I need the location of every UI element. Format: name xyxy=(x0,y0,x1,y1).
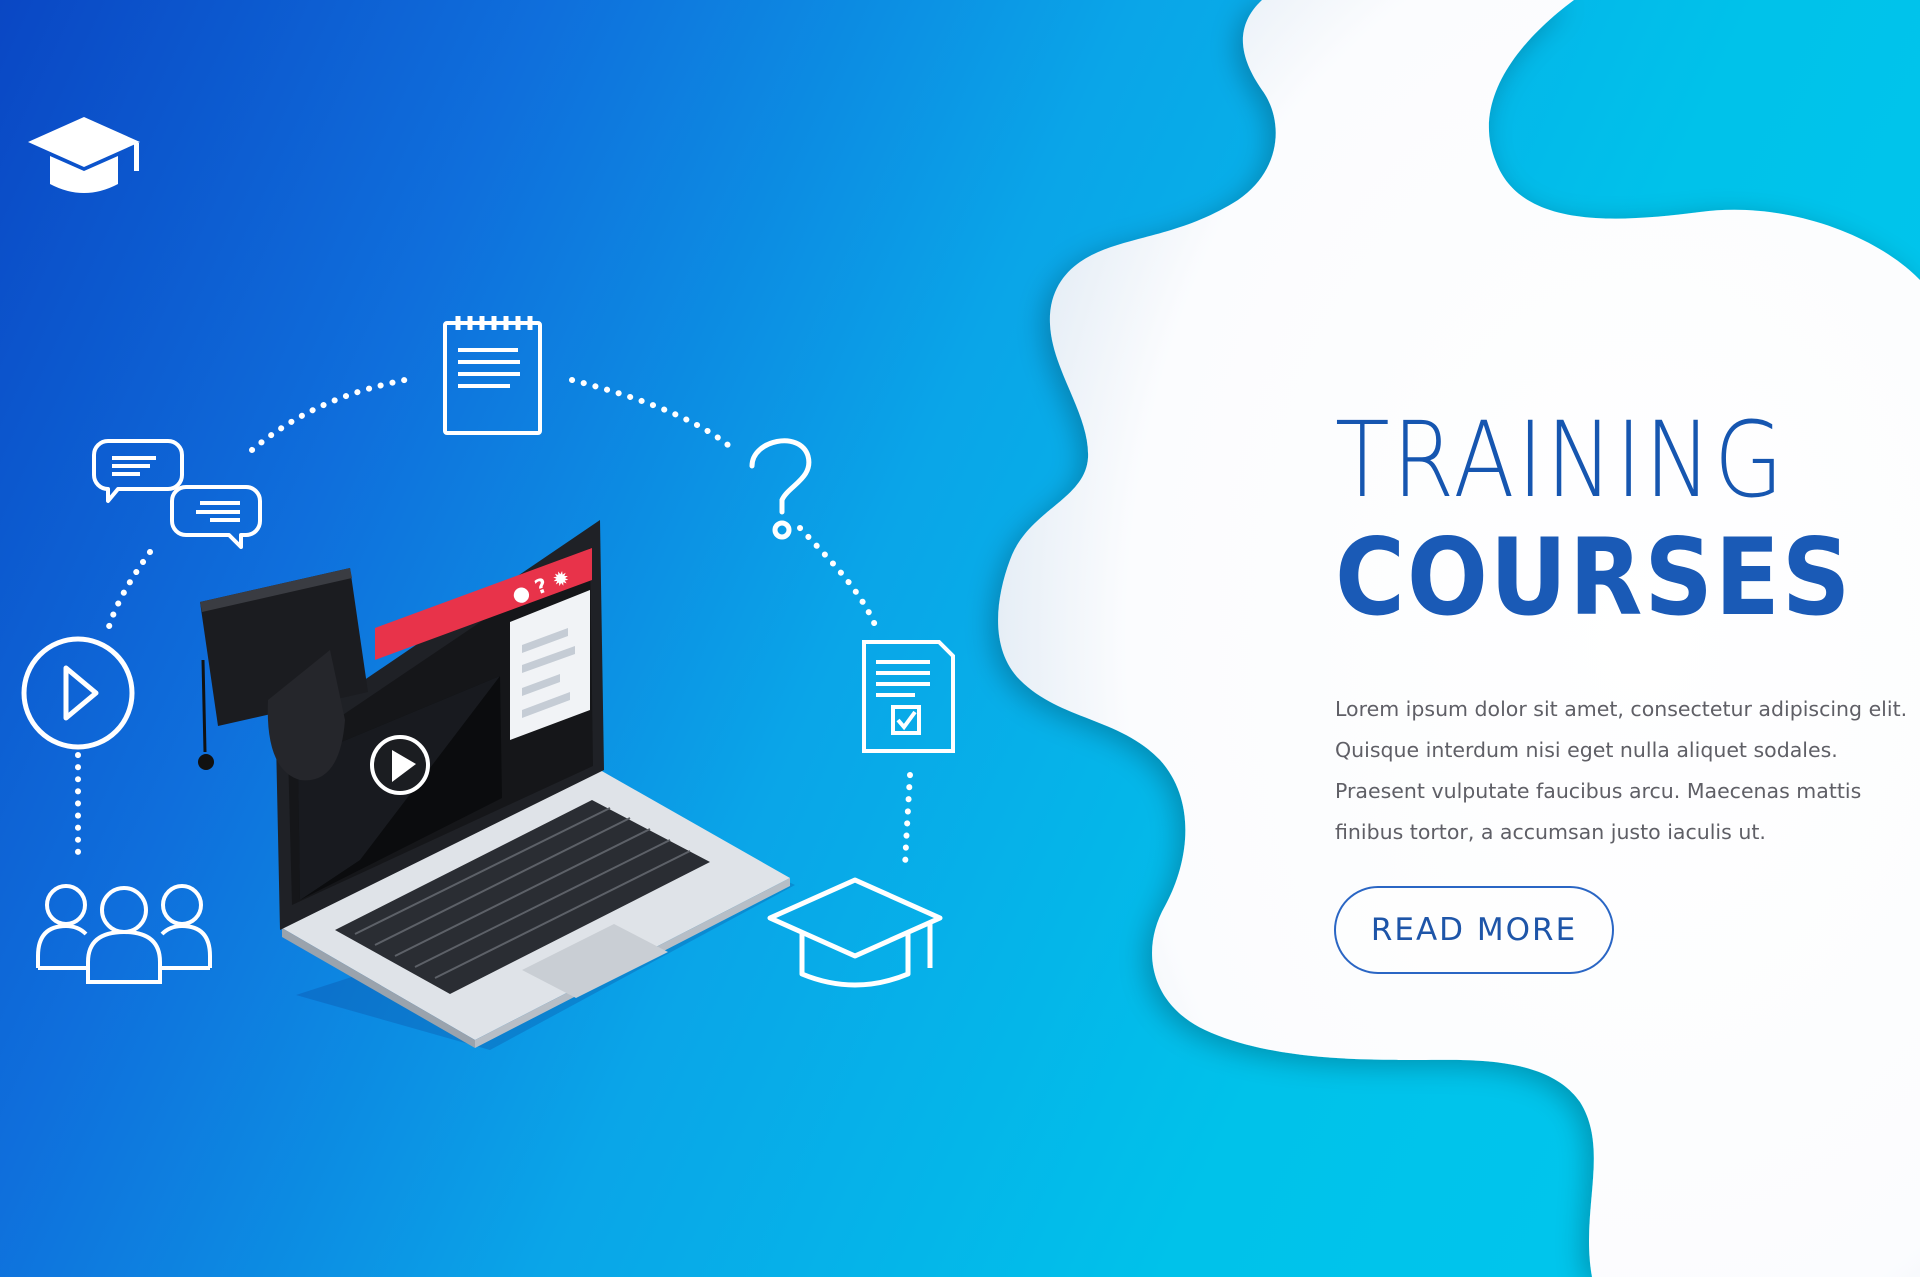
certificate-icon xyxy=(862,640,955,753)
graduation-cap-icon xyxy=(28,117,140,193)
question-mark-icon xyxy=(749,438,812,540)
hero-title-line1: TRAINING xyxy=(1335,399,1786,521)
play-circle-icon xyxy=(21,636,135,750)
description-line: finibus tortor, a accumsan justo iaculis… xyxy=(1335,820,1766,844)
mortarboard-icon xyxy=(767,877,943,988)
description-line: Praesent vulputate faucibus arcu. Maecen… xyxy=(1335,779,1862,803)
hero-title-line2: COURSES xyxy=(1335,516,1853,639)
hero-copy: TRAINING COURSES Lorem ipsum dolor sit a… xyxy=(1335,405,1915,853)
hero-banner: ● ? ✹ TRAINING COURSES Lorem ipsum dolor… xyxy=(0,0,1920,1277)
read-more-button[interactable]: READ MORE xyxy=(1334,886,1614,974)
description-line: Quisque interdum nisi eget nulla aliquet… xyxy=(1335,738,1838,762)
chat-bubbles-icon xyxy=(92,439,262,549)
laptop-illustration: ● ? ✹ xyxy=(198,520,795,1050)
elearning-illustration: ● ? ✹ xyxy=(21,117,955,1050)
notepad-icon xyxy=(443,316,542,435)
description-line: Lorem ipsum dolor sit amet, consectetur … xyxy=(1335,697,1908,721)
users-group-icon xyxy=(36,884,212,984)
hero-description: Lorem ipsum dolor sit amet, consectetur … xyxy=(1335,689,1920,853)
